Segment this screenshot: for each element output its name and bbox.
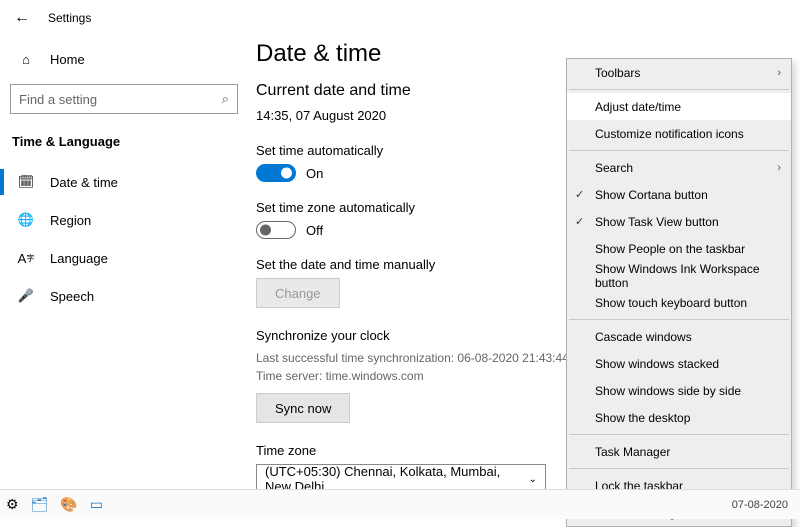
language-icon: A字 (18, 250, 34, 266)
sync-now-button[interactable]: Sync now (256, 393, 350, 423)
menu-separator (569, 319, 789, 320)
menu-stacked[interactable]: Show windows stacked (567, 350, 791, 377)
chevron-down-icon: ⌄ (529, 474, 537, 485)
sidebar-item-label: Date & time (50, 175, 118, 190)
globe-icon: 🌐 (18, 212, 34, 228)
auto-time-state: On (306, 166, 323, 181)
search-input[interactable]: Find a setting ⌕ (10, 84, 238, 114)
check-icon: ✓ (575, 188, 584, 201)
menu-show-keyboard[interactable]: Show touch keyboard button (567, 289, 791, 316)
sidebar-item-date-time[interactable]: 🗓 Date & time (10, 163, 238, 201)
gear-icon[interactable]: ⚙ (6, 496, 19, 513)
explorer-icon[interactable]: 🗂 (31, 496, 49, 513)
menu-show-people[interactable]: Show People on the taskbar (567, 235, 791, 262)
menu-separator (569, 89, 789, 90)
chevron-right-icon: › (777, 162, 781, 174)
menu-search[interactable]: Search› (567, 154, 791, 181)
menu-show-cortana[interactable]: ✓Show Cortana button (567, 181, 791, 208)
search-icon: ⌕ (222, 91, 229, 107)
sidebar-item-label: Speech (50, 289, 94, 304)
menu-separator (569, 150, 789, 151)
auto-zone-state: Off (306, 223, 323, 238)
taskbar-context-menu: Toolbars› Adjust date/time Customize not… (566, 58, 792, 527)
app-icon[interactable]: ▭ (90, 496, 103, 513)
taskbar[interactable]: ⚙ 🗂 🎨 ▭ 07-08-2020 (0, 489, 800, 519)
sidebar-item-label: Language (50, 251, 108, 266)
back-button[interactable]: ← (14, 9, 30, 27)
check-icon: ✓ (575, 215, 584, 228)
menu-cascade[interactable]: Cascade windows (567, 323, 791, 350)
menu-separator (569, 434, 789, 435)
sidebar-home-label: Home (50, 52, 85, 67)
window-title: Settings (48, 11, 91, 25)
sidebar-item-label: Region (50, 213, 91, 228)
menu-side-by-side[interactable]: Show windows side by side (567, 377, 791, 404)
search-placeholder: Find a setting (19, 92, 222, 107)
sidebar-item-region[interactable]: 🌐 Region (10, 201, 238, 239)
menu-toolbars[interactable]: Toolbars› (567, 59, 791, 86)
sidebar: ⌂ Home Find a setting ⌕ Time & Language … (0, 36, 248, 489)
taskbar-date[interactable]: 07-08-2020 (732, 499, 794, 511)
menu-customize-icons[interactable]: Customize notification icons (567, 120, 791, 147)
sidebar-category: Time & Language (10, 134, 238, 149)
change-button: Change (256, 278, 340, 308)
menu-task-manager[interactable]: Task Manager (567, 438, 791, 465)
clock-icon: 🗓 (18, 174, 34, 190)
menu-show-taskview[interactable]: ✓Show Task View button (567, 208, 791, 235)
menu-adjust-date-time[interactable]: Adjust date/time (567, 93, 791, 120)
home-icon: ⌂ (18, 51, 34, 67)
chevron-right-icon: › (777, 67, 781, 79)
sidebar-item-language[interactable]: A字 Language (10, 239, 238, 277)
auto-zone-toggle[interactable] (256, 221, 296, 239)
sidebar-item-speech[interactable]: 🎤 Speech (10, 277, 238, 315)
sidebar-home[interactable]: ⌂ Home (10, 42, 238, 76)
menu-separator (569, 468, 789, 469)
titlebar: ← Settings (0, 0, 800, 36)
menu-show-ink[interactable]: Show Windows Ink Workspace button (567, 262, 791, 289)
menu-show-desktop[interactable]: Show the desktop (567, 404, 791, 431)
auto-time-toggle[interactable] (256, 164, 296, 182)
microphone-icon: 🎤 (18, 288, 34, 304)
paint-icon[interactable]: 🎨 (60, 496, 77, 513)
